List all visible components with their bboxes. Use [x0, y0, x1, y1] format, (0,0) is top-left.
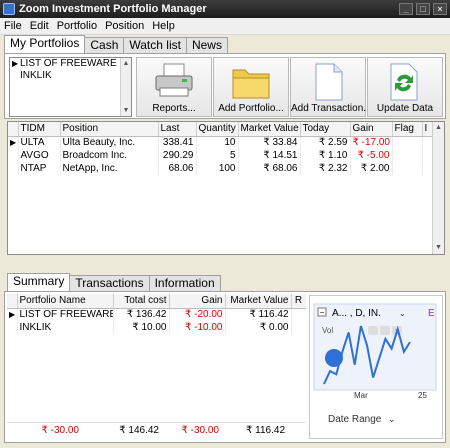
x-tick-label: Mar	[354, 391, 368, 400]
chevron-down-icon[interactable]: ⌄	[399, 309, 406, 318]
positions-grid[interactable]: TIDM Position Last Quantity Market Value…	[7, 121, 445, 255]
maximize-button[interactable]: □	[416, 3, 430, 15]
column-header[interactable]: Gain	[169, 294, 226, 309]
current-row-icon: ▶	[12, 59, 19, 68]
scroll-up-icon[interactable]: ▲	[121, 58, 131, 69]
menu-file[interactable]: File	[4, 20, 22, 32]
summary-totals: ₹ -30.00 ₹ 146.42 ₹ -30.00 ₹ 116.42	[7, 422, 306, 438]
series-label: Vol	[322, 326, 333, 335]
tab-cash[interactable]: Cash	[84, 37, 125, 53]
scroll-down-icon[interactable]: ▼	[121, 105, 131, 116]
printer-icon	[155, 63, 193, 97]
document-icon	[315, 63, 343, 101]
column-header[interactable]: Portfolio Name	[17, 294, 114, 309]
column-header[interactable]: Today	[300, 122, 351, 137]
add-portfolio-button[interactable]: Add Portfolio...	[213, 57, 289, 117]
x-tick-label: 25	[418, 391, 427, 400]
portfolio-list-scrollbar[interactable]: ▲ ▼	[120, 58, 131, 116]
column-header[interactable]: Total cost	[113, 294, 170, 309]
bottom-tabs: Summary Transactions Information	[4, 272, 446, 291]
svg-text:E: E	[428, 308, 435, 319]
chevron-down-icon[interactable]: ⌄	[388, 414, 396, 424]
close-button[interactable]: ×	[433, 3, 447, 15]
title-bar: Zoom Investment Portfolio Manager _ □ ×	[0, 0, 450, 18]
menu-edit[interactable]: Edit	[30, 20, 49, 32]
column-header[interactable]: Position	[60, 122, 159, 137]
window-title: Zoom Investment Portfolio Manager	[19, 3, 207, 15]
menu-help[interactable]: Help	[152, 20, 175, 32]
folder-icon	[232, 69, 270, 99]
tab-summary[interactable]: Summary	[7, 273, 71, 291]
total-cost: ₹ 146.42	[119, 425, 159, 436]
date-range-dropdown[interactable]: Date Range	[328, 414, 382, 425]
tab-information[interactable]: Information	[148, 275, 221, 291]
toolbar: ▶ LIST OF FREEWARE INKLIK ▲ ▼ Reports... …	[4, 53, 446, 119]
column-header[interactable]: R	[291, 294, 306, 309]
main-tabs: My Portfolios Cash Watch list News	[0, 35, 450, 53]
scroll-up-icon[interactable]: ▲	[433, 122, 444, 134]
column-header[interactable]: Market Value	[225, 294, 292, 309]
tab-watch-list[interactable]: Watch list	[123, 37, 187, 53]
scroll-down-icon[interactable]: ▼	[433, 242, 444, 254]
gear-icon[interactable]	[380, 326, 390, 335]
column-header[interactable]: Flag	[392, 122, 423, 137]
current-row-icon: ▶	[7, 308, 18, 321]
update-data-button[interactable]: Update Data	[367, 57, 443, 117]
tab-transactions[interactable]: Transactions	[69, 275, 150, 291]
reports-button[interactable]: Reports...	[136, 57, 212, 117]
tab-news[interactable]: News	[185, 37, 228, 53]
total-r: ₹ -30.00	[41, 425, 80, 436]
tab-my-portfolios[interactable]: My Portfolios	[4, 35, 86, 53]
total-market-value: ₹ 116.42	[246, 425, 285, 436]
total-gain: ₹ -30.00	[181, 425, 220, 436]
add-transaction-button[interactable]: Add Transaction...	[290, 57, 372, 117]
current-row-icon: ▶	[8, 136, 19, 149]
settings-icon[interactable]	[368, 326, 378, 335]
summary-header-row: Portfolio Name Total cost Gain Market Va…	[7, 294, 306, 309]
table-row[interactable]: ▶ LIST OF FREEWARE ₹ 136.42 ₹ -20.00 ₹ 1…	[7, 308, 306, 321]
mini-chart-panel[interactable]: − A... , D, IN. ⌄ E Vol × Mar 25 Date Ra…	[309, 295, 443, 439]
column-header[interactable]: Market Value	[238, 122, 301, 137]
refresh-document-icon	[390, 63, 418, 101]
svg-text:−: −	[320, 308, 325, 317]
splitter[interactable]	[4, 256, 446, 260]
table-row[interactable]: NTAP NetApp, Inc. 68.06 100 ₹ 68.06 ₹ 2.…	[8, 162, 435, 175]
column-header[interactable]: Last	[158, 122, 197, 137]
table-row[interactable]: ▶ ULTA Ulta Beauty, Inc. 338.41 10 ₹ 33.…	[8, 136, 435, 149]
mini-chart[interactable]: − A... , D, IN. ⌄ E Vol × Mar 25 Date Ra…	[310, 296, 442, 438]
column-header[interactable]: Gain	[350, 122, 393, 137]
table-row[interactable]: AVGO Broadcom Inc. 290.29 5 ₹ 14.51 ₹ 1.…	[8, 149, 435, 162]
summary-panel: Portfolio Name Total cost Gain Market Va…	[4, 291, 446, 443]
positions-header-row: TIDM Position Last Quantity Market Value…	[8, 122, 435, 137]
menu-bar: File Edit Portfolio Position Help	[0, 18, 450, 35]
mini-chart-title: A... , D, IN.	[332, 308, 381, 319]
column-header[interactable]: Quantity	[196, 122, 239, 137]
menu-position[interactable]: Position	[105, 20, 144, 32]
portfolio-list[interactable]: ▶ LIST OF FREEWARE INKLIK ▲ ▼	[9, 57, 132, 117]
portfolio-list-item[interactable]: INKLIK	[10, 70, 131, 82]
minimize-button[interactable]: _	[399, 3, 413, 15]
menu-portfolio[interactable]: Portfolio	[57, 20, 97, 32]
portfolio-list-item[interactable]: ▶ LIST OF FREEWARE	[10, 58, 131, 70]
positions-scrollbar[interactable]: ▲ ▼	[432, 122, 444, 254]
app-icon	[3, 3, 15, 15]
table-row[interactable]: INKLIK ₹ 10.00 ₹ -10.00 ₹ 0.00	[7, 321, 306, 334]
column-header[interactable]: TIDM	[18, 122, 61, 137]
summary-grid[interactable]: Portfolio Name Total cost Gain Market Va…	[7, 294, 306, 440]
